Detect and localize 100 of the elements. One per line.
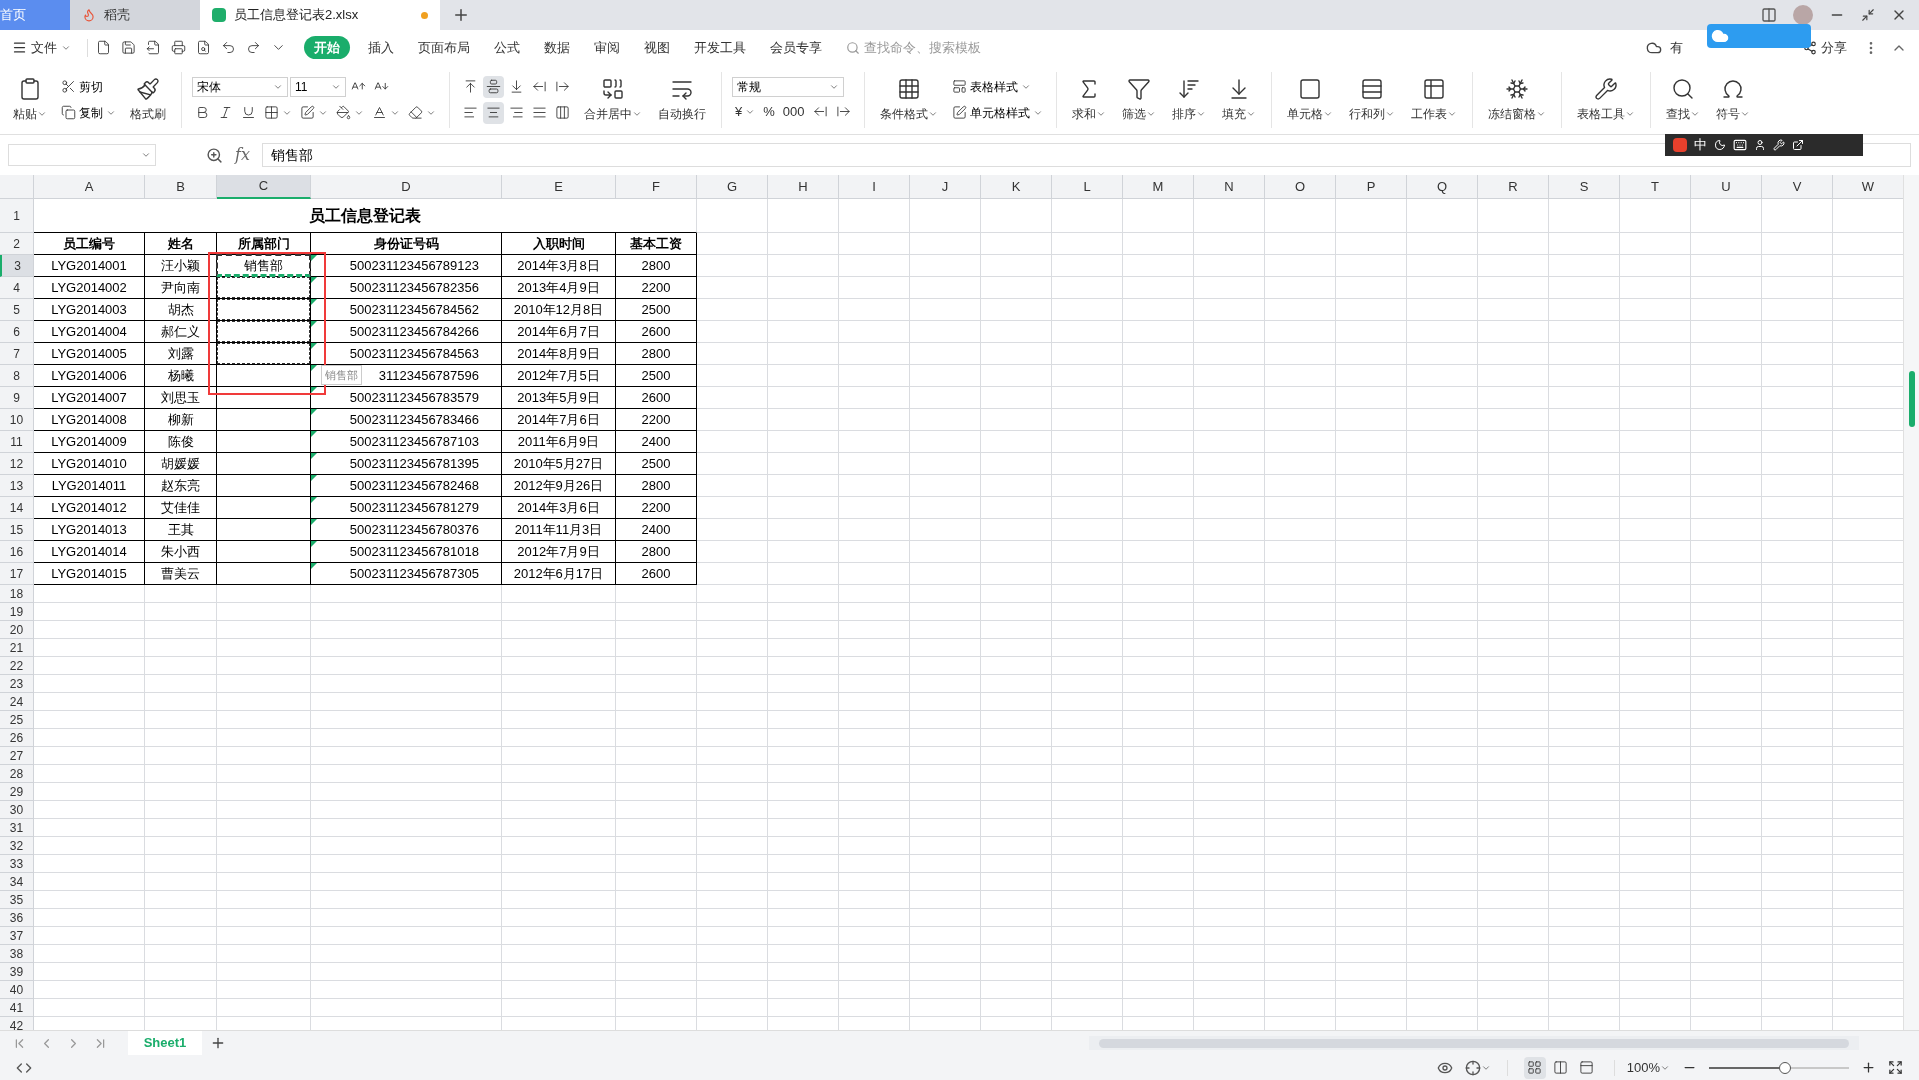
ribbon-button[interactable]: 格式刷 <box>125 69 171 130</box>
ribbon-tab[interactable]: 插入 <box>356 35 406 60</box>
column-heading[interactable]: R <box>1478 176 1548 197</box>
ribbon-button[interactable]: 排序 <box>1166 69 1211 130</box>
row-heading[interactable]: 42 <box>0 1017 33 1030</box>
ribbon-tab[interactable]: 数据 <box>532 35 582 60</box>
column-heading[interactable]: I <box>839 176 909 197</box>
row-heading[interactable]: 37 <box>0 927 33 944</box>
table-cell-text: 2200 <box>641 499 671 517</box>
table-cell-text: 2014年3月6日 <box>517 499 600 517</box>
table-cell-text: 尹向南 <box>161 279 200 297</box>
ribbon-button[interactable]: 行和列 <box>1343 69 1400 130</box>
ribbon-tab[interactable]: 开发工具 <box>682 35 758 60</box>
ime-toolbar[interactable]: 中 <box>1665 134 1863 156</box>
row-heading[interactable]: 36 <box>0 909 33 926</box>
row-heading[interactable]: 20 <box>0 621 33 638</box>
column-heading[interactable]: K <box>981 176 1051 197</box>
row-heading[interactable]: 30 <box>0 801 33 818</box>
row-heading[interactable]: 22 <box>0 657 33 674</box>
ribbon-button[interactable]: 符号 <box>1710 69 1755 130</box>
window-tab[interactable]: 稻壳 <box>70 0 200 30</box>
row-heading[interactable]: 32 <box>0 837 33 854</box>
ribbon-button[interactable]: 查找 <box>1660 69 1705 130</box>
row-heading[interactable]: 33 <box>0 855 33 872</box>
row-heading[interactable]: 31 <box>0 819 33 836</box>
ribbon-button[interactable]: 冻结窗格 <box>1482 69 1551 130</box>
ribbon-button[interactable]: 条件格式 <box>874 69 943 130</box>
font-size-select[interactable]: 11 <box>290 76 346 97</box>
ribbon-button[interactable]: 单元格 <box>1281 69 1338 130</box>
ribbon-button[interactable]: 工作表 <box>1405 69 1462 130</box>
font-select[interactable]: 宋体 <box>192 76 288 97</box>
row-heading[interactable]: 29 <box>0 783 33 800</box>
ribbon-button[interactable]: 表格工具 <box>1571 69 1640 130</box>
ribbon-button[interactable]: 剪切 <box>58 75 106 98</box>
column-heading[interactable]: D <box>311 176 501 197</box>
column-heading[interactable]: M <box>1123 176 1193 197</box>
ribbon-button[interactable]: 粘贴 <box>8 69 52 130</box>
share-button[interactable]: 分享 <box>1821 37 1847 58</box>
column-heading[interactable]: J <box>910 176 980 197</box>
column-heading[interactable]: W <box>1833 176 1903 197</box>
row-heading[interactable]: 18 <box>0 585 33 602</box>
row-heading[interactable]: 38 <box>0 945 33 962</box>
file-menu[interactable]: 文件 <box>12 37 79 58</box>
column-heading[interactable]: G <box>697 176 767 197</box>
row-heading[interactable]: 39 <box>0 963 33 980</box>
column-heading[interactable]: Q <box>1407 176 1477 197</box>
column-heading[interactable]: P <box>1336 176 1406 197</box>
ribbon-button[interactable]: 筛选 <box>1116 69 1161 130</box>
cloud-label[interactable]: 有 <box>1670 37 1683 58</box>
table-cell-text: 500231123456787305 <box>349 565 479 583</box>
zoom-level[interactable]: 100% <box>1626 1057 1660 1078</box>
table-cell-text: 2600 <box>641 323 671 341</box>
toolbar-button[interactable]: ¥ <box>732 100 759 123</box>
row-heading[interactable]: 25 <box>0 711 33 728</box>
ribbon-button[interactable]: 自动换行 <box>653 69 711 130</box>
row-heading[interactable]: 40 <box>0 981 33 998</box>
column-heading[interactable]: E <box>502 176 615 197</box>
ribbon-tab[interactable]: 公式 <box>482 35 532 60</box>
row-heading[interactable]: 28 <box>0 765 33 782</box>
row-heading[interactable]: 41 <box>0 999 33 1016</box>
ribbon-button[interactable]: 填充 <box>1216 69 1261 130</box>
row-heading[interactable]: 35 <box>0 891 33 908</box>
row-heading[interactable]: 26 <box>0 729 33 746</box>
ribbon-button[interactable]: 求和 <box>1066 69 1111 130</box>
ribbon-button[interactable]: 表格样式 <box>948 75 1034 98</box>
ribbon-tab[interactable]: 页面布局 <box>406 35 482 60</box>
row-heading[interactable]: 27 <box>0 747 33 764</box>
column-heading[interactable]: L <box>1052 176 1122 197</box>
column-heading[interactable]: H <box>768 176 838 197</box>
number-format-select[interactable]: 常规 <box>732 76 844 97</box>
row-heading[interactable]: 21 <box>0 639 33 656</box>
column-heading[interactable]: T <box>1620 176 1690 197</box>
row-heading[interactable]: 23 <box>0 675 33 692</box>
function-button[interactable]: fx <box>235 143 250 167</box>
row-heading[interactable]: 24 <box>0 693 33 710</box>
column-heading[interactable]: O <box>1265 176 1335 197</box>
column-heading[interactable]: A <box>34 176 144 197</box>
column-heading[interactable]: S <box>1549 176 1619 197</box>
table-cell-text: 2800 <box>641 543 671 561</box>
toolbar-button[interactable]: 000 <box>779 100 808 123</box>
column-heading[interactable]: B <box>145 176 216 197</box>
table-cell-text: 2010年5月27日 <box>513 455 604 473</box>
window-tab[interactable]: 员工信息登记表2.xlsx <box>200 0 440 30</box>
ribbon-tab[interactable]: 审阅 <box>582 35 632 60</box>
table-cell-text: 赵东亮 <box>161 477 200 495</box>
column-heading[interactable]: N <box>1194 176 1264 197</box>
toolbar-button[interactable]: % <box>760 100 778 123</box>
column-heading[interactable]: V <box>1762 176 1832 197</box>
row-heading[interactable]: 34 <box>0 873 33 890</box>
table-cell-text: LYG2014013 <box>51 521 127 539</box>
ribbon-button[interactable]: 单元格样式 <box>948 101 1046 124</box>
ribbon-button[interactable]: 合并居中 <box>579 69 647 130</box>
row-heading[interactable]: 19 <box>0 603 33 620</box>
column-heading[interactable]: F <box>616 176 696 197</box>
column-heading[interactable]: U <box>1691 176 1761 197</box>
table-cell-text: LYG2014005 <box>51 345 127 363</box>
table-cell-text: 2500 <box>641 455 671 473</box>
ribbon-tab[interactable]: 视图 <box>632 35 682 60</box>
ribbon-tab[interactable]: 会员专享 <box>758 35 834 60</box>
ribbon-button[interactable]: 复制 <box>58 101 119 124</box>
